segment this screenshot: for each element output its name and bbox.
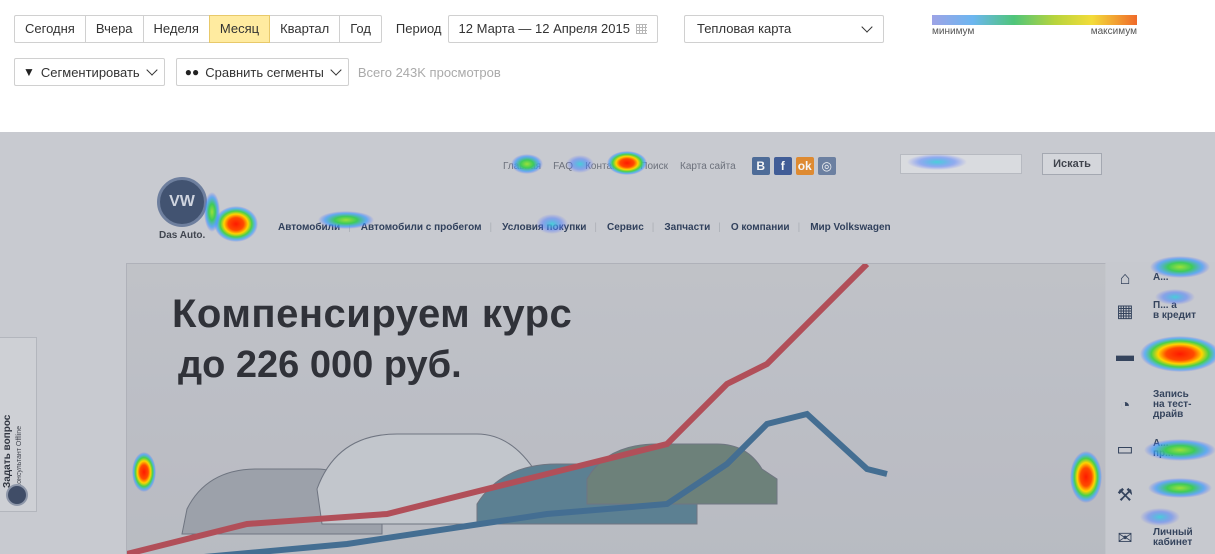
quick-menu-item[interactable]: ▦ П... а в кредит bbox=[1113, 300, 1215, 322]
vw-badge-icon bbox=[6, 484, 28, 506]
date-range-field[interactable]: 12 Марта — 12 Апреля 2015 bbox=[447, 14, 658, 43]
quick-menu-item[interactable]: ◔ Запись на тест-драйв bbox=[1113, 390, 1215, 420]
social-icon[interactable]: ok bbox=[795, 157, 814, 175]
right-quick-menu: ⌂ А... ▦ П... а в кредит ▬ ◔ Запись на тест-др… bbox=[1105, 262, 1215, 554]
segment-button-label: Сегментировать bbox=[40, 64, 140, 80]
speedometer-icon: ◔ bbox=[1119, 394, 1131, 415]
site-nav-item[interactable]: Автомобили bbox=[278, 222, 351, 233]
top-link[interactable]: Главная bbox=[503, 161, 541, 172]
top-link[interactable]: Контакты bbox=[585, 161, 628, 172]
calculator-icon: ▦ bbox=[1116, 300, 1134, 321]
top-link[interactable]: Поиск bbox=[640, 161, 668, 172]
ask-question-tab[interactable]: Задать вопрос Консультант Offline bbox=[0, 337, 37, 512]
period-button[interactable]: Вчера bbox=[84, 14, 144, 43]
brand-caption: Das Auto. bbox=[159, 230, 206, 241]
calendar-icon[interactable] bbox=[635, 23, 647, 34]
quick-menu-item[interactable]: ✉ Личный кабинет bbox=[1113, 527, 1215, 549]
quick-menu-item[interactable]: ▬ bbox=[1113, 344, 1215, 366]
site-nav-item[interactable]: Мир Volkswagen bbox=[810, 222, 898, 233]
social-links: Вf ok ◎ bbox=[751, 157, 840, 175]
period-button[interactable]: Неделя bbox=[142, 14, 210, 43]
toolbar-row-segments: ▼ Сегментировать ●● Сравнить сегменты Вс… bbox=[14, 58, 501, 86]
quick-menu-item[interactable]: ⌂ А... bbox=[1113, 267, 1215, 289]
legend-gradient bbox=[932, 15, 1137, 25]
quick-menu-label: П... а в кредит bbox=[1153, 300, 1196, 321]
site-nav-item[interactable]: О компании bbox=[731, 222, 800, 233]
social-icon[interactable]: ◎ bbox=[817, 157, 836, 175]
segment-button[interactable]: ▼ Сегментировать bbox=[14, 58, 165, 86]
site-search-input[interactable] bbox=[900, 154, 1022, 174]
banner-subline: до 226 000 руб. bbox=[178, 344, 462, 386]
tools-icon: ⚒ bbox=[1116, 484, 1134, 505]
site-nav-item[interactable]: Автомобили с пробегом bbox=[361, 222, 492, 233]
period-button[interactable]: Месяц bbox=[208, 14, 271, 43]
period-button[interactable]: Квартал bbox=[269, 14, 341, 43]
quick-menu-label: А... пр... bbox=[1153, 438, 1174, 459]
consultant-status: Консультант Offline bbox=[16, 425, 23, 488]
home-icon: ⌂ bbox=[1119, 267, 1131, 288]
map-type-value: Тепловая карта bbox=[696, 20, 792, 36]
banner-cars bbox=[181, 433, 778, 535]
compare-segments-button[interactable]: ●● Сравнить сегменты bbox=[175, 58, 349, 86]
compare-icon: ●● bbox=[184, 65, 200, 79]
ask-question-label: Задать вопрос bbox=[2, 414, 13, 488]
date-range-text: 12 Марта — 12 Апреля 2015 bbox=[458, 20, 630, 36]
site-nav-item[interactable]: Запчасти bbox=[664, 222, 720, 233]
period-button[interactable]: Сегодня bbox=[14, 14, 86, 43]
legend-max-label: максимум bbox=[1090, 26, 1137, 37]
car-icon: ▬ bbox=[1116, 344, 1134, 365]
car-outline-icon: ▭ bbox=[1116, 438, 1134, 459]
period-button[interactable]: Год bbox=[339, 14, 382, 43]
heatmap-legend: минимум максимум bbox=[932, 15, 1137, 37]
vw-logo[interactable] bbox=[157, 177, 207, 227]
chevron-down-icon bbox=[330, 64, 342, 76]
social-icon[interactable]: f bbox=[773, 157, 792, 175]
legend-min-label: минимум bbox=[932, 26, 975, 37]
banner-headline: Компенсируем курс bbox=[172, 292, 573, 336]
social-icon[interactable]: В bbox=[751, 157, 770, 175]
quick-menu-label: А... bbox=[1153, 272, 1169, 283]
quick-menu-item[interactable]: ⚒ bbox=[1113, 484, 1215, 506]
compare-button-label: Сравнить сегменты bbox=[205, 64, 324, 80]
heatmap-viewport[interactable]: Главная FAQ Контакты Поиск Карта сайта В… bbox=[0, 132, 1215, 554]
chevron-down-icon bbox=[861, 20, 873, 33]
quick-menu-item[interactable]: ▭ А... пр... bbox=[1113, 438, 1215, 460]
site-search-button[interactable]: Искать bbox=[1042, 153, 1102, 175]
site-nav-item[interactable]: Условия покупки bbox=[502, 222, 597, 233]
map-type-select[interactable]: Тепловая карта bbox=[683, 14, 884, 43]
site-snapshot: Главная FAQ Контакты Поиск Карта сайта В… bbox=[0, 132, 1215, 554]
top-link[interactable]: FAQ bbox=[553, 161, 573, 172]
quick-menu-label: Личный кабинет bbox=[1153, 527, 1193, 548]
site-nav-item[interactable]: Сервис bbox=[607, 222, 654, 233]
top-link[interactable]: Карта сайта bbox=[680, 161, 736, 172]
period-selector: Сегодня Вчера Неделя Месяц Квартал Год bbox=[14, 14, 382, 43]
period-label: Период bbox=[395, 21, 442, 36]
quick-menu-label: Запись на тест-драйв bbox=[1153, 389, 1192, 420]
filter-icon: ▼ bbox=[23, 65, 35, 79]
site-top-links: Главная FAQ Контакты Поиск Карта сайта В… bbox=[503, 157, 840, 175]
toolbar-row-period: Сегодня Вчера Неделя Месяц Квартал Год Период… bbox=[14, 14, 884, 43]
cabinet-icon: ✉ bbox=[1117, 527, 1133, 548]
site-main-nav: Автомобили Автомобили с пробегом Условия п… bbox=[278, 222, 909, 233]
views-total: Всего 243K просмотров bbox=[357, 64, 501, 80]
chevron-down-icon bbox=[146, 64, 158, 76]
